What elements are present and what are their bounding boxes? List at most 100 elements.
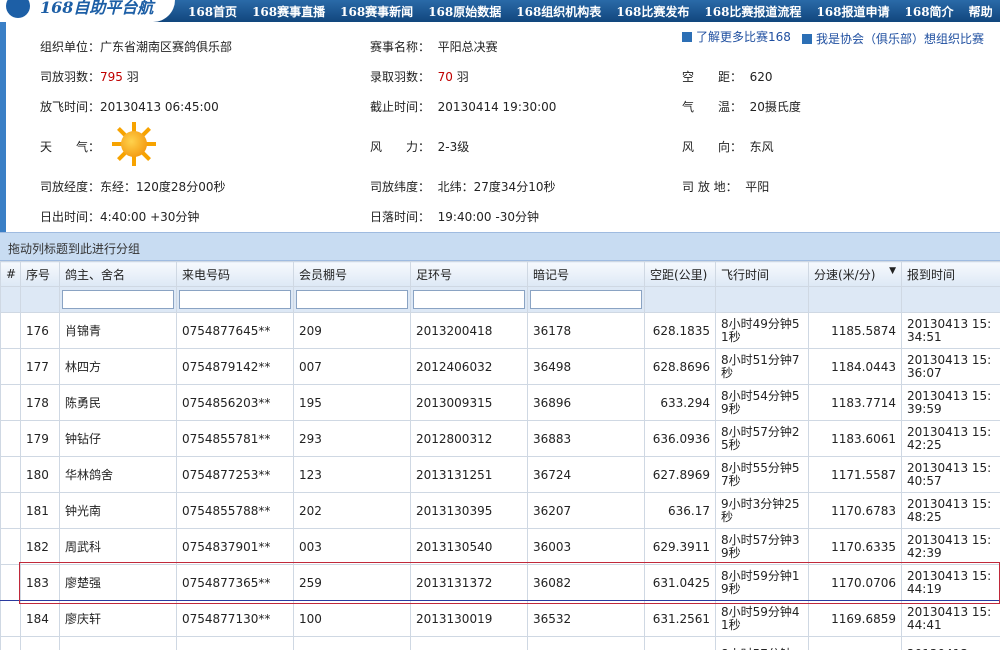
filter-cell: [20, 286, 60, 313]
filter-cell: [293, 286, 411, 313]
table-cell: 2013131251: [410, 456, 528, 493]
filter-loft-input[interactable]: [296, 290, 408, 309]
column-header-label: 暗记号: [533, 267, 570, 282]
wind-direction-field: 风 向： 东风: [682, 140, 774, 154]
column-header-label: 鸽主、舍名: [65, 267, 126, 282]
table-row[interactable]: 178 陈勇民 0754856203** 195 2013009315 36896 633.…: [0, 384, 1000, 421]
nav-link[interactable]: 168比赛发布: [616, 3, 689, 20]
table-cell: 631.0425: [644, 564, 716, 601]
column-header[interactable]: 鸽主、舍名: [59, 261, 177, 287]
nav-link[interactable]: 168赛事直播: [252, 3, 325, 20]
column-header[interactable]: #: [0, 261, 21, 287]
table-cell: 176: [20, 312, 60, 349]
table-cell: [176, 636, 294, 650]
nav-link[interactable]: 168报道申请: [816, 3, 889, 20]
table-cell: [0, 456, 21, 493]
table-cell: 1170.6783: [808, 492, 902, 529]
admit-count-field: 录取羽数： 70 羽: [370, 70, 469, 84]
column-header[interactable]: 来电号码: [176, 261, 294, 287]
table-cell: 20130413 15:34:51: [901, 312, 1000, 349]
nav-link[interactable]: 168赛事新闻: [340, 3, 413, 20]
column-header[interactable]: 分速(米/分) ▼: [808, 261, 902, 287]
table-cell: 1184.0443: [808, 348, 902, 385]
filter-phone-input[interactable]: [179, 290, 291, 309]
site-logo[interactable]: 168自助平台航: [0, 0, 175, 22]
column-header-label: 空距(公里): [650, 267, 708, 282]
table-cell: 627.8969: [644, 456, 716, 493]
table-cell: 631.2561: [644, 600, 716, 637]
table-cell: [0, 312, 21, 349]
filter-mark-input[interactable]: [530, 290, 642, 309]
table-row-selected[interactable]: 183 廖楚强 0754877365** 259 2013131372 36082 631.…: [0, 564, 1000, 601]
table-cell: 1170.0706: [808, 564, 902, 601]
filter-cell: [410, 286, 528, 313]
table-cell: 123: [293, 456, 411, 493]
table-cell: 636.0936: [644, 420, 716, 457]
table-cell: 259: [293, 564, 411, 601]
column-header[interactable]: 飞行时间: [715, 261, 809, 287]
table-row[interactable]: 179 钟钻仔 0754855781** 293 2012800312 36883 636.…: [0, 420, 1000, 457]
organize-race-link[interactable]: 我是协会（俱乐部）想组织比赛: [802, 30, 984, 47]
table-row[interactable]: 181 钟光南 0754855788** 202 2013130395 36207 636.…: [0, 492, 1000, 529]
table-cell: [808, 636, 902, 650]
latitude-field: 司放纬度： 北纬：27度34分10秒: [370, 180, 556, 194]
nav-link[interactable]: 帮助: [969, 3, 993, 20]
table-cell: 36498: [527, 348, 645, 385]
table-cell: 636.17: [644, 492, 716, 529]
table-cell: 20130413 15:44:19: [901, 564, 1000, 601]
table-row[interactable]: 8小时57分钟 20130413: [0, 636, 1000, 650]
column-header[interactable]: 空距(公里): [644, 261, 716, 287]
sun-icon: [112, 122, 156, 166]
link-arrow-icon: [802, 34, 812, 44]
temperature-field: 气 温： 20摄氏度: [682, 100, 801, 114]
table-cell: 628.8696: [644, 348, 716, 385]
table-cell: 0754855781**: [176, 420, 294, 457]
table-cell: 钟光南: [59, 492, 177, 529]
table-cell: 100: [293, 600, 411, 637]
table-cell: 8小时59分钟41秒: [715, 600, 809, 637]
filter-ring-input[interactable]: [413, 290, 525, 309]
nav-link[interactable]: 168比赛报道流程: [704, 3, 801, 20]
table-row[interactable]: 184 廖庆轩 0754877130** 100 2013130019 36532 631.…: [0, 600, 1000, 637]
release-place-field: 司 放 地： 平阳: [682, 180, 770, 194]
filter-cell: [715, 286, 809, 313]
table-body: 176 肖锦青 0754877645** 209 2013200418 36178 628.…: [0, 312, 1000, 650]
table-row[interactable]: 176 肖锦青 0754877645** 209 2013200418 36178 628.…: [0, 312, 1000, 349]
table-cell: [0, 420, 21, 457]
table-cell: 20130413 15:40:57: [901, 456, 1000, 493]
column-header[interactable]: 会员棚号: [293, 261, 411, 287]
table-row[interactable]: 180 华林鸽舍 0754877253** 123 2013131251 36724 627…: [0, 456, 1000, 493]
weather-label: 天 气：: [40, 140, 101, 154]
sort-desc-icon[interactable]: ▼: [889, 266, 896, 276]
column-header[interactable]: 暗记号: [527, 261, 645, 287]
table-cell: [0, 600, 21, 637]
table-cell: 20130413 15:42:39: [901, 528, 1000, 565]
column-header[interactable]: 足环号: [410, 261, 528, 287]
nav-link[interactable]: 168原始数据: [428, 3, 501, 20]
top-nav-bar: 168自助平台航 168首页 168赛事直播 168赛事新闻 168原始数据 168组织…: [0, 0, 1000, 22]
learn-more-link[interactable]: 了解更多比赛168: [682, 30, 792, 44]
table-row[interactable]: 182 周武科 0754837901** 003 2013130540 36003 629.…: [0, 528, 1000, 565]
column-header-label: 序号: [26, 267, 51, 282]
filter-owner-input[interactable]: [62, 290, 174, 309]
table-cell: 195: [293, 384, 411, 421]
table-row[interactable]: 177 林四方 0754879142** 007 2012406032 36498 628.…: [0, 348, 1000, 385]
group-by-bar[interactable]: 拖动列标题到此进行分组: [0, 232, 1000, 261]
table-cell: 20130413: [901, 636, 1000, 650]
column-header[interactable]: 序号: [20, 261, 60, 287]
table-cell: 8小时57分钟25秒: [715, 420, 809, 457]
table-cell: 209: [293, 312, 411, 349]
org-field: 组织单位：广东省潮南区赛鸽俱乐部: [40, 40, 233, 54]
nav-link[interactable]: 168首页: [188, 3, 237, 20]
nav-link[interactable]: 168简介: [905, 3, 954, 20]
table-cell: 0754877645**: [176, 312, 294, 349]
table-cell: [0, 492, 21, 529]
table-cell: 293: [293, 420, 411, 457]
table-cell: 629.3911: [644, 528, 716, 565]
table-cell: 202: [293, 492, 411, 529]
table-cell: 20130413 15:36:07: [901, 348, 1000, 385]
table-cell: 36883: [527, 420, 645, 457]
table-cell: 8小时51分钟7秒: [715, 348, 809, 385]
nav-link[interactable]: 168组织机构表: [516, 3, 601, 20]
column-header[interactable]: 报到时间: [901, 261, 1000, 287]
